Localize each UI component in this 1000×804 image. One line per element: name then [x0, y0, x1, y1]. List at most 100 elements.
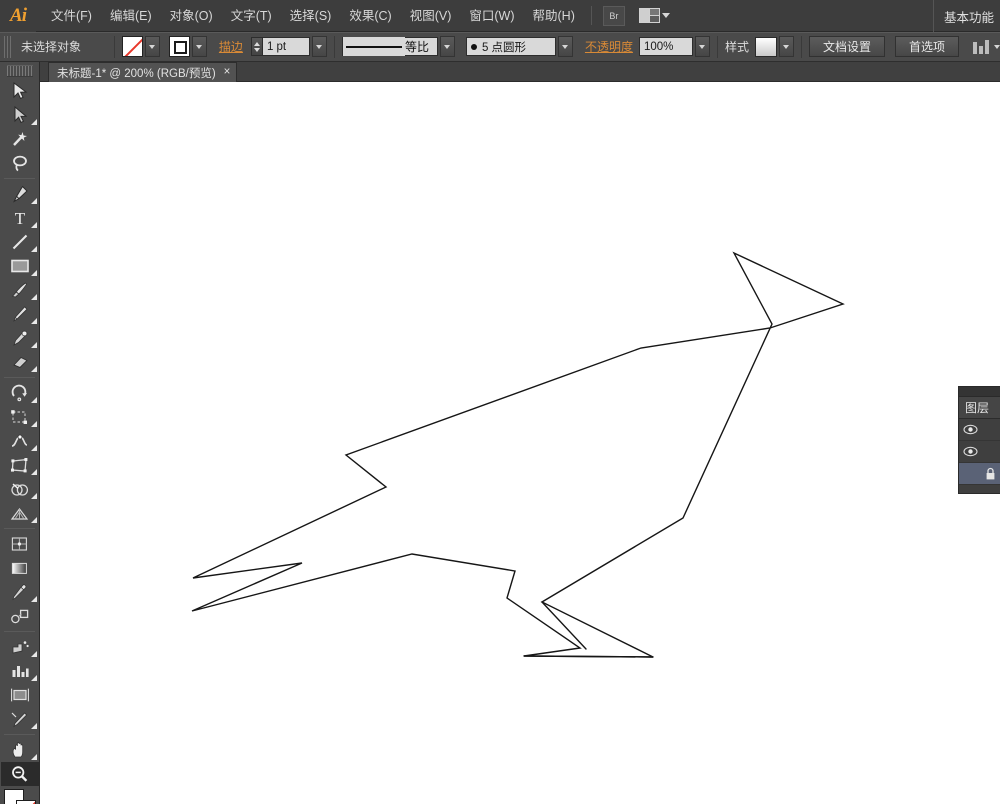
crow-foot-path[interactable]: [523, 655, 654, 658]
opacity-dropdown-button[interactable]: [694, 36, 710, 57]
arrange-documents-icon: [638, 8, 660, 23]
menu-select[interactable]: 选择(S): [281, 4, 341, 28]
stroke-label[interactable]: 描边: [219, 38, 243, 55]
graphic-style-dropdown-button[interactable]: [778, 36, 794, 57]
type-tool[interactable]: T: [1, 206, 39, 230]
eyedropper-tool[interactable]: [1, 580, 39, 604]
tools-panel-grip[interactable]: [6, 65, 33, 77]
cb-divider-2: [333, 35, 335, 58]
layer-row-2[interactable]: [959, 441, 1000, 463]
stroke-color-control[interactable]: [168, 36, 207, 57]
direct-selection-tool[interactable]: [1, 103, 39, 127]
layers-panel[interactable]: 图层: [958, 386, 1000, 494]
stroke-profile-field[interactable]: 等比: [341, 37, 438, 56]
tools-panel: T: [0, 62, 40, 804]
layers-panel-tabstrip[interactable]: [959, 387, 1000, 397]
opacity-control[interactable]: 100%: [638, 36, 710, 57]
zoom-tool[interactable]: [0, 762, 39, 786]
rotate-tool[interactable]: [1, 381, 39, 405]
crow-artwork[interactable]: [40, 82, 1000, 804]
free-transform-tool[interactable]: [1, 453, 39, 477]
toolbar-stroke-swatch[interactable]: [15, 800, 36, 804]
artboard-canvas[interactable]: [40, 82, 1000, 804]
rectangle-tool[interactable]: [1, 254, 39, 278]
magic-wand-tool[interactable]: [1, 127, 39, 151]
line-segment-tool[interactable]: [1, 230, 39, 254]
stroke-swatch[interactable]: [168, 36, 190, 57]
control-bar: 未选择对象 描边 1 pt 等比 5 点圆形 不透明度 100% 样式 文档设置…: [0, 32, 1000, 62]
menu-file[interactable]: 文件(F): [42, 4, 101, 28]
menu-help[interactable]: 帮助(H): [524, 4, 584, 28]
eraser-tool[interactable]: [1, 350, 39, 374]
opacity-label[interactable]: 不透明度: [585, 38, 633, 55]
brush-definition-field[interactable]: 5 点圆形: [465, 37, 556, 56]
document-tab-bar: 未标题-1* @ 200% (RGB/预览) ×: [40, 62, 1000, 82]
menu-edit[interactable]: 编辑(E): [101, 4, 161, 28]
menu-type[interactable]: 文字(T): [222, 4, 281, 28]
stroke-dropdown-button[interactable]: [191, 36, 207, 57]
cb-divider-4: [800, 35, 802, 58]
shape-builder-tool[interactable]: [1, 477, 39, 501]
graphic-style-swatch[interactable]: [754, 36, 777, 57]
hand-tool[interactable]: [1, 738, 39, 762]
align-control[interactable]: [973, 39, 1000, 54]
document-tab-title: 未标题-1* @ 200% (RGB/预览): [57, 67, 216, 80]
style-label: 样式: [724, 40, 749, 54]
pencil-tool[interactable]: [1, 302, 39, 326]
svg-text:T: T: [14, 209, 25, 227]
artboard-tool[interactable]: [1, 683, 39, 707]
mesh-tool[interactable]: [1, 532, 39, 556]
fill-stroke-proxy[interactable]: [1, 788, 39, 804]
bridge-icon[interactable]: Br: [602, 5, 625, 26]
width-tool[interactable]: [1, 429, 39, 453]
symbol-sprayer-tool[interactable]: [1, 635, 39, 659]
paintbrush-tool[interactable]: [1, 278, 39, 302]
eye-icon[interactable]: [963, 424, 978, 436]
crow-leg-path[interactable]: [541, 601, 587, 650]
layer-row-3[interactable]: [959, 463, 1000, 485]
brush-definition-control[interactable]: 5 点圆形: [465, 36, 573, 57]
crow-body-path[interactable]: [191, 251, 845, 658]
flyout-indicator: [30, 517, 37, 523]
fill-color-control[interactable]: [121, 36, 160, 57]
menu-view[interactable]: 视图(V): [401, 4, 461, 28]
lock-icon[interactable]: [985, 467, 996, 486]
menu-window[interactable]: 窗口(W): [460, 4, 523, 28]
gradient-tool[interactable]: [1, 556, 39, 580]
document-tab[interactable]: 未标题-1* @ 200% (RGB/预览) ×: [48, 62, 238, 82]
pen-tool[interactable]: [1, 182, 39, 206]
stroke-weight-stepper[interactable]: [250, 37, 262, 56]
eye-icon[interactable]: [963, 446, 978, 458]
stroke-weight-dropdown-button[interactable]: [311, 36, 327, 57]
control-bar-grip[interactable]: [4, 35, 11, 58]
fill-dropdown-button[interactable]: [144, 36, 160, 57]
graphic-style-control[interactable]: [754, 36, 794, 57]
flyout-indicator: [30, 246, 37, 252]
flyout-indicator: [30, 366, 37, 372]
stroke-profile-dropdown-button[interactable]: [439, 36, 455, 57]
stroke-profile-control[interactable]: 等比: [341, 36, 455, 57]
preferences-button[interactable]: 首选项: [894, 36, 959, 57]
document-setup-button[interactable]: 文档设置: [808, 36, 885, 57]
slice-tool[interactable]: [1, 707, 39, 731]
stroke-weight-field[interactable]: 1 pt: [261, 37, 310, 56]
workspace-switcher[interactable]: 基本功能: [932, 0, 994, 32]
blob-brush-tool[interactable]: [1, 326, 39, 350]
menu-object[interactable]: 对象(O): [161, 4, 222, 28]
flyout-indicator: [30, 119, 37, 125]
layer-row-1[interactable]: [959, 419, 1000, 441]
blend-tool[interactable]: [1, 604, 39, 628]
arrange-documents-button[interactable]: [638, 8, 670, 23]
lasso-tool[interactable]: [1, 151, 39, 175]
opacity-field[interactable]: 100%: [638, 37, 693, 56]
align-icon: [973, 39, 990, 54]
column-graph-tool[interactable]: [1, 659, 39, 683]
brush-definition-dropdown-button[interactable]: [557, 36, 573, 57]
fill-swatch[interactable]: [121, 36, 143, 57]
selection-tool[interactable]: [1, 79, 39, 103]
stroke-weight-control[interactable]: 1 pt: [250, 36, 327, 57]
close-icon[interactable]: ×: [224, 66, 231, 79]
perspective-grid-tool[interactable]: [1, 501, 39, 525]
menu-effect[interactable]: 效果(C): [340, 4, 400, 28]
scale-tool[interactable]: [1, 405, 39, 429]
